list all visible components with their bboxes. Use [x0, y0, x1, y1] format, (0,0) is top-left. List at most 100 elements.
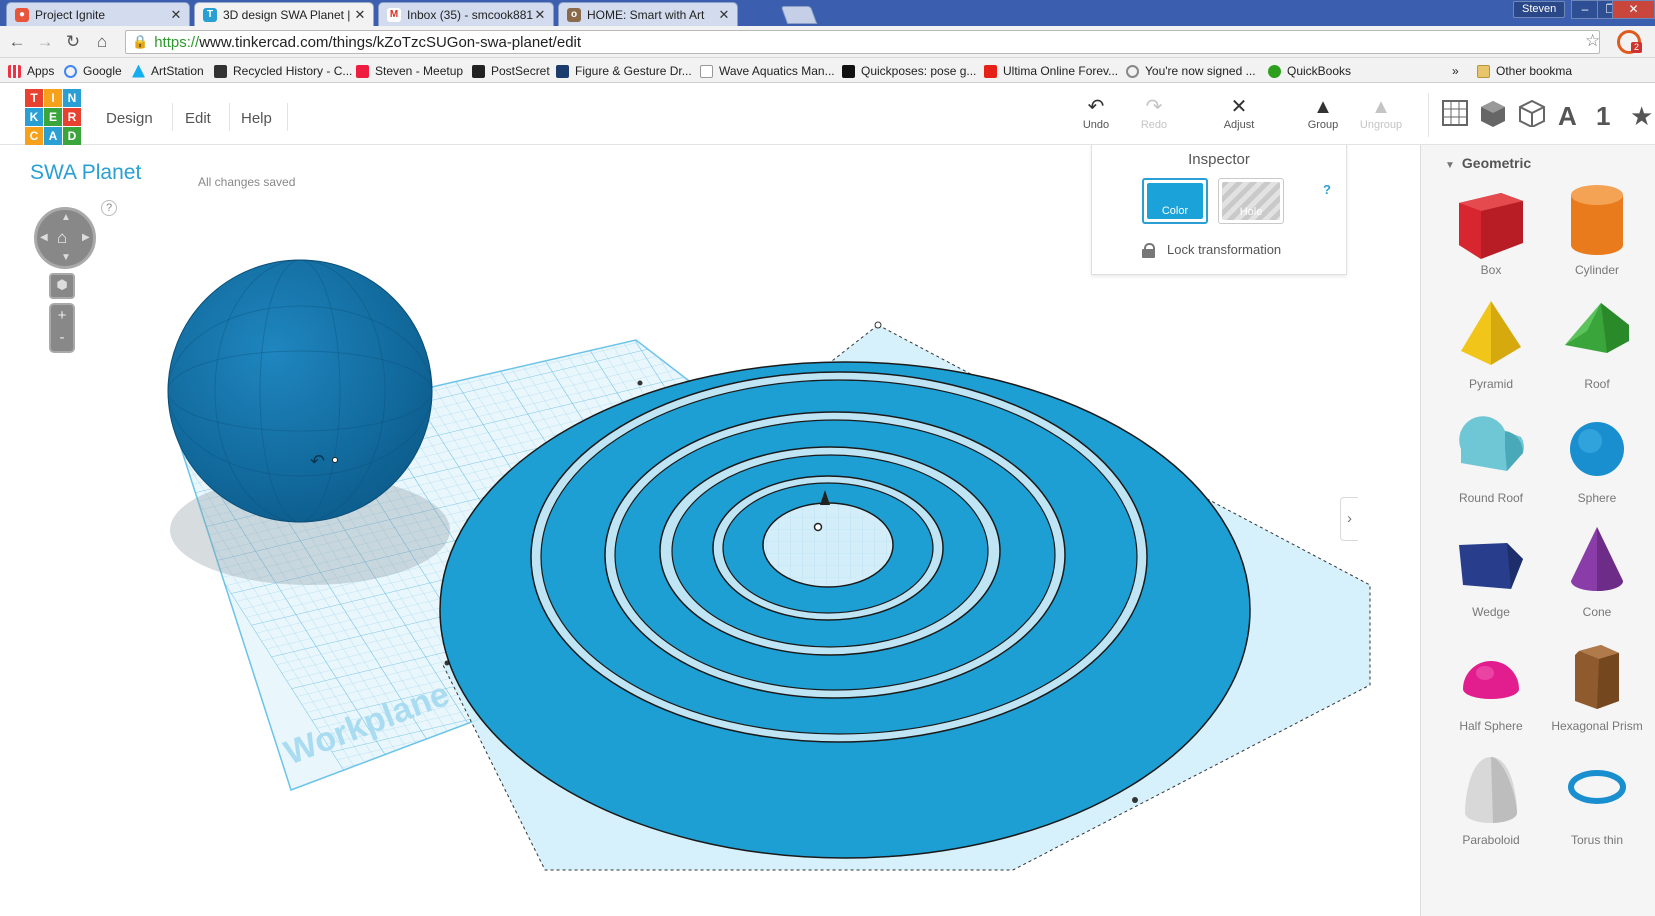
- design-title[interactable]: SWA Planet: [30, 161, 141, 185]
- shape-hexagonal-prism[interactable]: Hexagonal Prism: [1543, 637, 1651, 749]
- selection-handle[interactable]: [1132, 797, 1138, 803]
- tool-label: Adjust: [1223, 119, 1255, 131]
- close-icon[interactable]: ✕: [353, 7, 367, 23]
- shape-roof[interactable]: Roof: [1543, 295, 1651, 407]
- forward-arrow-icon[interactable]: →: [34, 32, 56, 54]
- menu-help[interactable]: Help: [241, 110, 272, 127]
- tab-label: HOME: Smart with Art: [587, 7, 705, 22]
- shape-torus-thin[interactable]: Torus thin: [1543, 751, 1651, 863]
- close-icon[interactable]: ✕: [717, 7, 731, 23]
- adjust-button[interactable]: ✕ Adjust: [1213, 95, 1265, 131]
- shape-round-roof[interactable]: Round Roof: [1437, 409, 1545, 521]
- zoom-out-button[interactable]: -: [51, 327, 73, 349]
- arrow-left-icon[interactable]: ◀: [40, 232, 48, 243]
- tab-label: 3D design SWA Planet | Ti: [223, 7, 353, 22]
- ring-disk-object[interactable]: [439, 361, 1251, 859]
- shape-sphere[interactable]: Sphere: [1543, 409, 1651, 521]
- bookmark-ultima-online[interactable]: Ultima Online Forev...: [984, 63, 1118, 79]
- bookmark-meetup[interactable]: Steven - Meetup: [356, 63, 463, 79]
- bookmark-quickposes[interactable]: Quickposes: pose g...: [842, 63, 976, 79]
- bookmark-artstation[interactable]: ArtStation: [132, 63, 204, 79]
- design-canvas[interactable]: Workplane ↶ SWA Planet All changes saved…: [10, 145, 1420, 916]
- disk-center-handle[interactable]: [813, 522, 823, 532]
- tab-tinkercad[interactable]: T 3D design SWA Planet | Ti ✕: [194, 2, 374, 26]
- sphere-object[interactable]: [167, 259, 433, 523]
- sphere-handle[interactable]: [332, 457, 338, 463]
- number-tool-icon[interactable]: 1: [1596, 101, 1610, 131]
- orbit-control[interactable]: ▲ ▼ ◀ ▶ ⌂: [34, 207, 96, 269]
- group-button[interactable]: ▲ Group: [1297, 95, 1349, 131]
- tab-gmail[interactable]: M Inbox (35) - smcook881@ ✕: [378, 2, 554, 26]
- minimize-button[interactable]: –: [1571, 0, 1599, 19]
- color-fill: Color: [1147, 183, 1203, 219]
- gear-icon: [1126, 64, 1139, 78]
- rotate-handle-icon[interactable]: ↶: [310, 451, 325, 471]
- app-header: T I N K E R C A D Design Edit Help ↶ Und…: [0, 83, 1655, 145]
- google-icon: [64, 64, 77, 78]
- shape-cylinder[interactable]: Cylinder: [1543, 181, 1651, 293]
- secure-lock-icon: 🔒: [132, 34, 149, 49]
- bookmark-star-icon[interactable]: ☆: [1585, 31, 1600, 51]
- group-icon: ▲: [1313, 96, 1333, 118]
- grid-icon[interactable]: [1441, 99, 1469, 127]
- bookmark-figure-gesture[interactable]: Figure & Gesture Dr...: [556, 63, 692, 79]
- redo-button[interactable]: ↷ Redo: [1128, 95, 1180, 131]
- view-help-icon[interactable]: ?: [101, 200, 117, 216]
- selection-handle[interactable]: [637, 380, 643, 386]
- close-window-button[interactable]: ✕: [1612, 0, 1655, 19]
- shape-box[interactable]: Box: [1437, 181, 1545, 293]
- import-tool-icon[interactable]: [1518, 99, 1546, 127]
- collapse-panel-chevron-icon[interactable]: ›: [1340, 497, 1358, 541]
- bookmark-signed-in[interactable]: You're now signed ...: [1126, 63, 1256, 79]
- shape-wedge[interactable]: Wedge: [1437, 523, 1545, 635]
- bookmark-other[interactable]: Other bookma: [1477, 63, 1572, 79]
- selection-handle[interactable]: [874, 321, 882, 329]
- shape-paraboloid[interactable]: Paraboloid: [1437, 751, 1545, 863]
- close-icon[interactable]: ✕: [533, 7, 547, 23]
- back-arrow-icon[interactable]: ←: [6, 32, 28, 54]
- new-tab-button[interactable]: [780, 6, 818, 24]
- home-icon[interactable]: ⌂: [91, 32, 113, 54]
- arrow-up-icon[interactable]: ▲: [61, 212, 71, 223]
- arrow-down-icon[interactable]: ▼: [61, 252, 71, 263]
- shape-label: Cylinder: [1574, 263, 1619, 277]
- color-swatch-button[interactable]: Color: [1142, 178, 1208, 224]
- bookmark-apps[interactable]: Apps: [8, 63, 54, 79]
- bookmark-label: Other bookma: [1496, 64, 1573, 78]
- home-view-icon[interactable]: ⌂: [57, 228, 67, 248]
- menu-edit[interactable]: Edit: [185, 110, 211, 127]
- bookmark-postsecret[interactable]: PostSecret: [472, 63, 550, 79]
- shape-cone[interactable]: Cone: [1543, 523, 1651, 635]
- bookmark-quickbooks[interactable]: QuickBooks: [1268, 63, 1351, 79]
- menu-design[interactable]: Design: [106, 110, 153, 127]
- logo-letter: T: [25, 89, 43, 107]
- arrow-right-icon[interactable]: ▶: [82, 232, 90, 243]
- lock-transformation-toggle[interactable]: Lock transformation: [1142, 242, 1281, 258]
- profile-button[interactable]: Steven: [1513, 1, 1566, 18]
- shape-half-sphere[interactable]: Half Sphere: [1437, 637, 1545, 749]
- address-bar[interactable]: 🔒 https://www.tinkercad.com/things/kZoTz…: [125, 30, 1600, 54]
- inspector-help-icon[interactable]: ?: [1323, 182, 1331, 197]
- tab-project-ignite[interactable]: ● Project Ignite ✕: [6, 2, 190, 26]
- gmail-icon: M: [387, 7, 401, 22]
- figure-gesture-icon: [556, 64, 569, 78]
- box-tool-icon[interactable]: [1479, 99, 1507, 127]
- bookmark-recycled-history[interactable]: Recycled History - C...: [214, 63, 352, 79]
- bookmark-google[interactable]: Google: [64, 63, 122, 79]
- bookmarks-overflow-button[interactable]: »: [1452, 63, 1459, 79]
- reload-icon[interactable]: ↻: [62, 32, 84, 54]
- view-cube-icon[interactable]: ⬢: [49, 273, 75, 299]
- close-icon[interactable]: ✕: [169, 7, 183, 23]
- star-tool-icon[interactable]: ★: [1630, 101, 1653, 131]
- text-tool-icon[interactable]: A: [1558, 101, 1577, 131]
- shape-pyramid[interactable]: Pyramid: [1437, 295, 1545, 407]
- tinkercad-logo[interactable]: T I N K E R C A D: [25, 89, 85, 149]
- bookmark-wave-aquatics[interactable]: Wave Aquatics Man...: [700, 63, 835, 79]
- zoom-in-button[interactable]: +: [51, 305, 73, 327]
- category-header[interactable]: ▼ Geometric: [1445, 155, 1531, 171]
- tab-smart-with-art[interactable]: o HOME: Smart with Art ✕: [558, 2, 738, 26]
- undo-button[interactable]: ↶ Undo: [1070, 95, 1122, 131]
- meetup-icon: [356, 64, 369, 78]
- hole-swatch-button[interactable]: Hole: [1218, 178, 1284, 224]
- ungroup-button[interactable]: ▲ Ungroup: [1355, 95, 1407, 131]
